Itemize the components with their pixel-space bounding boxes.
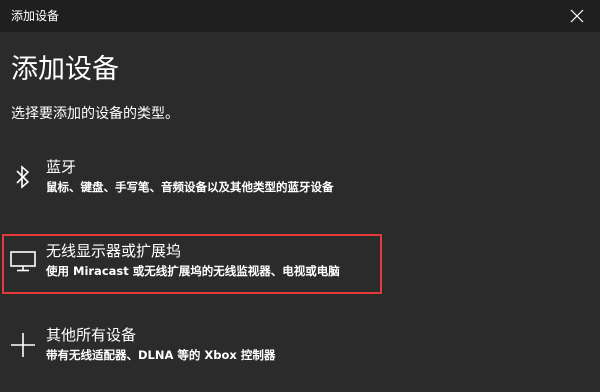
title-bar: 添加设备: [0, 0, 600, 32]
close-button[interactable]: [554, 0, 600, 32]
option-description: 使用 Miracast 或无线扩展坞的无线监视器、电视或电脑: [46, 264, 340, 278]
option-title: 其他所有设备: [46, 326, 137, 344]
page-heading: 添加设备: [11, 54, 119, 85]
page-subtitle: 选择要添加的设备的类型。: [11, 106, 179, 122]
bluetooth-icon: [8, 162, 38, 192]
option-description: 鼠标、键盘、手写笔、音频设备以及其他类型的蓝牙设备: [46, 180, 334, 194]
add-device-window: 添加设备 添加设备 选择要添加的设备的类型。 蓝牙 鼠标、键盘、手写笔、音频设备…: [0, 0, 600, 392]
option-wireless-display[interactable]: 无线显示器或扩展坞 使用 Miracast 或无线扩展坞的无线监视器、电视或电脑: [2, 234, 382, 294]
monitor-icon: [8, 246, 38, 276]
option-description: 带有无线适配器、DLNA 等的 Xbox 控制器: [46, 348, 276, 362]
window-title: 添加设备: [11, 9, 60, 23]
option-other-devices[interactable]: 其他所有设备 带有无线适配器、DLNA 等的 Xbox 控制器: [4, 320, 380, 376]
option-title: 蓝牙: [46, 158, 77, 176]
option-title: 无线显示器或扩展坞: [46, 242, 182, 260]
option-bluetooth[interactable]: 蓝牙 鼠标、键盘、手写笔、音频设备以及其他类型的蓝牙设备: [4, 152, 380, 208]
plus-icon: [8, 330, 38, 360]
close-icon: [570, 9, 584, 23]
